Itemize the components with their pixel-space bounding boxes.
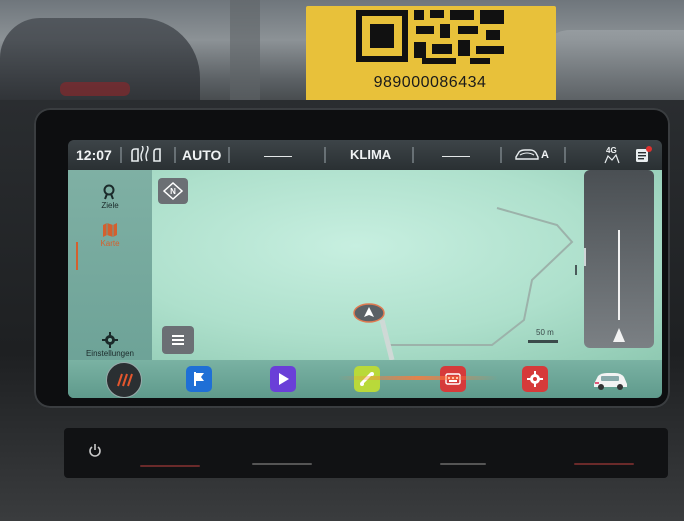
nav-app[interactable] [186, 366, 212, 392]
status-bar: 12:07 AUTO —— KLIMA —— A 4G [68, 140, 662, 170]
rail-item-karte[interactable]: Karte [68, 222, 152, 248]
rail-label: Ziele [101, 201, 119, 210]
gear-icon [527, 371, 543, 387]
power-icon[interactable] [88, 443, 102, 457]
hamburger-icon [172, 335, 184, 345]
route-preview-panel[interactable] [584, 170, 654, 348]
sticker-number: 989000086434 [373, 74, 487, 91]
control-strip [64, 428, 668, 478]
map-menu-button[interactable] [162, 326, 194, 354]
climate-menu-button[interactable] [106, 362, 142, 398]
map-scale-bar [528, 340, 558, 343]
car-recirc-icon[interactable] [514, 146, 540, 162]
rail-label: Einstellungen [85, 349, 135, 358]
climate-mode-button[interactable]: AUTO [182, 147, 221, 163]
temp-slider-right[interactable] [574, 463, 634, 465]
climate-button[interactable]: KLIMA [350, 147, 391, 162]
rail-item-einstellungen[interactable]: Einstellungen [68, 332, 152, 358]
infotainment-screen: 12:07 AUTO —— KLIMA —— A 4G Ziele Karte … [68, 140, 662, 398]
map-scale-label: 50 m [536, 328, 554, 337]
north-compass-icon: N [162, 181, 184, 201]
recirc-label: A [541, 149, 549, 161]
background-pillar [230, 0, 260, 110]
dock-glow [338, 376, 498, 380]
status-divider [324, 147, 326, 163]
qr-code [350, 8, 510, 68]
left-temperature[interactable]: —— [264, 147, 292, 163]
svg-text:N: N [170, 187, 176, 196]
background-car-light [60, 82, 130, 96]
clock: 12:07 [76, 147, 112, 163]
route-guidance-arrow [584, 230, 625, 342]
status-divider [564, 147, 566, 163]
vehicle-position-icon [353, 303, 385, 323]
status-divider [228, 147, 230, 163]
control-slider[interactable] [252, 463, 312, 465]
status-divider [500, 147, 502, 163]
media-app[interactable] [270, 366, 296, 392]
right-temperature[interactable]: —— [442, 147, 470, 163]
flag-icon [194, 372, 204, 386]
vehicle-status-button[interactable] [590, 366, 630, 392]
status-divider [174, 147, 176, 163]
north-compass-button[interactable]: N [158, 178, 188, 204]
status-divider [120, 147, 122, 163]
settings-app[interactable] [522, 366, 548, 392]
search-icon [103, 184, 115, 200]
rail-item-ziele[interactable]: Ziele [68, 184, 152, 210]
play-icon [279, 373, 289, 385]
status-divider [412, 147, 414, 163]
background-car-right [540, 30, 684, 110]
fan-icon [604, 154, 620, 164]
car-icon [594, 373, 627, 390]
map-icon [103, 223, 117, 237]
temp-slider-left[interactable] [140, 465, 200, 467]
heating-lines-icon [117, 373, 133, 387]
seat-heat-icon[interactable] [128, 146, 168, 164]
gear-icon [102, 332, 118, 348]
notification-icon[interactable] [634, 146, 652, 164]
rail-label: Karte [100, 239, 120, 248]
control-slider[interactable] [440, 463, 486, 465]
